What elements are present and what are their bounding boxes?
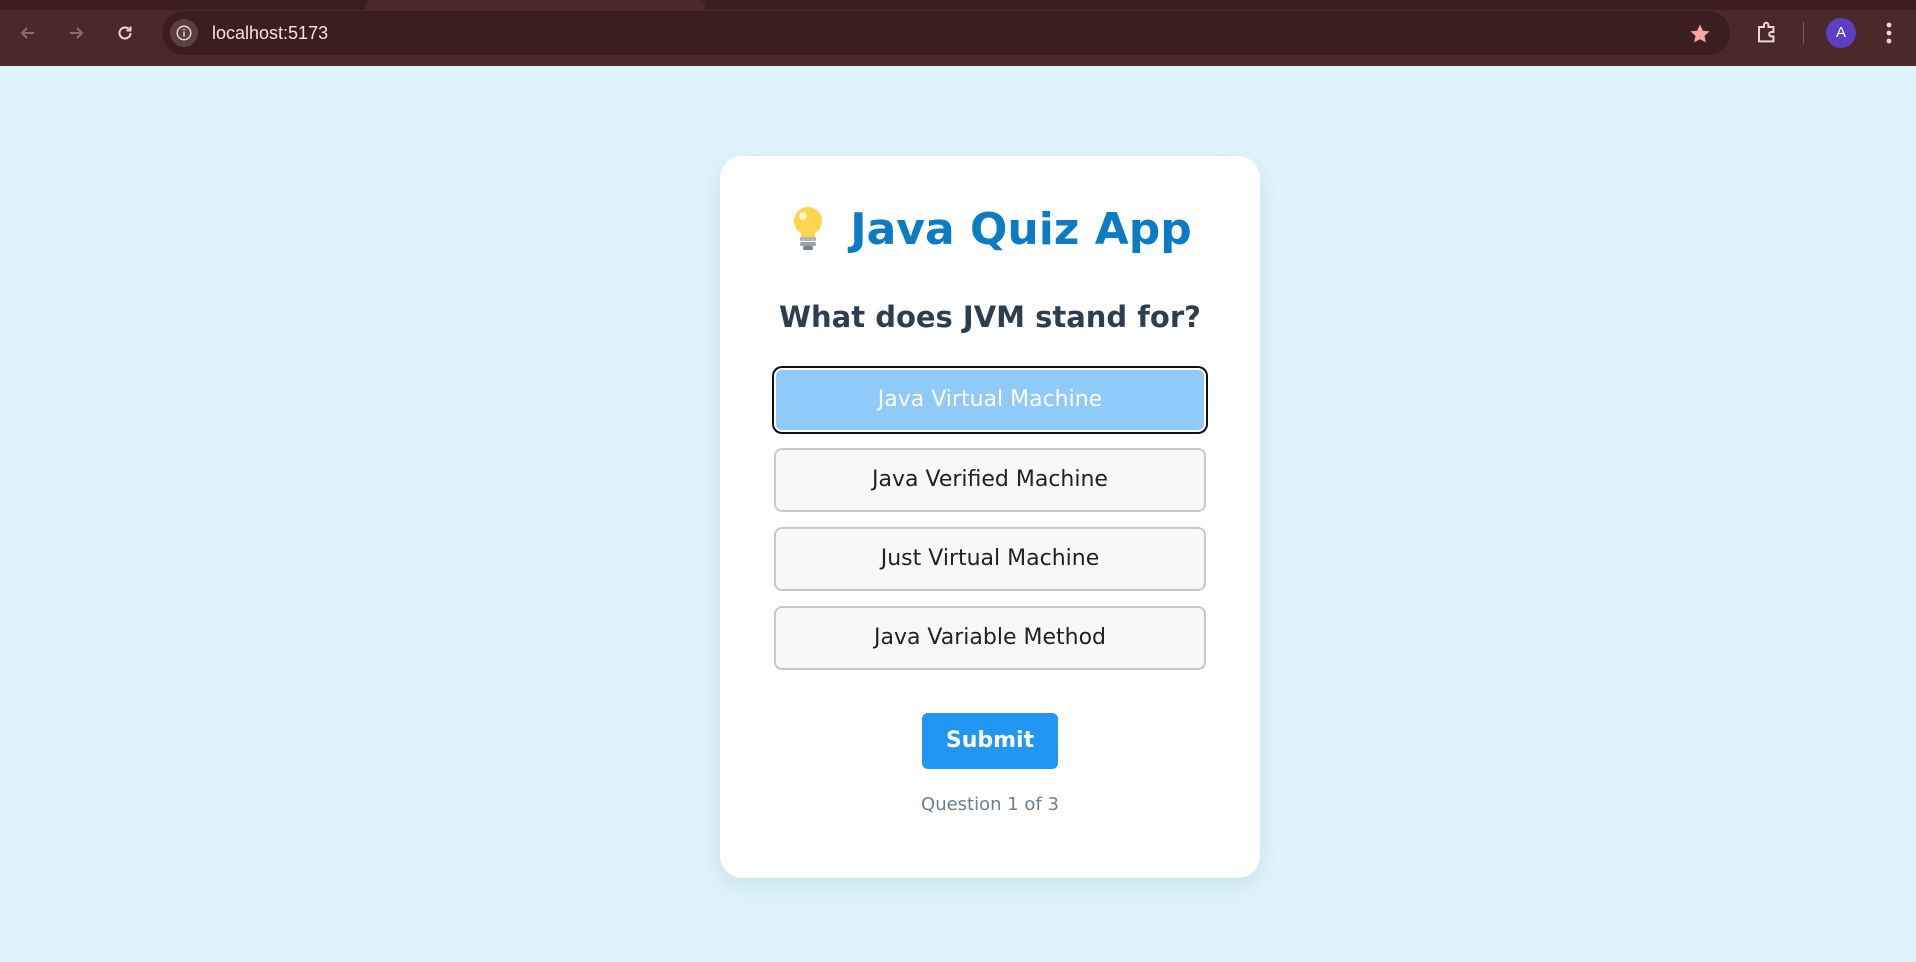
star-icon[interactable] — [1688, 22, 1712, 46]
browser-toolbar: localhost:5173 A — [0, 0, 1916, 66]
title-text: Java Quiz App — [850, 204, 1192, 255]
page-title: Java Quiz App — [720, 204, 1260, 256]
back-arrow-icon[interactable] — [12, 17, 44, 49]
answer-option-2[interactable]: Java Verified Machine — [774, 448, 1206, 512]
info-icon[interactable] — [170, 19, 198, 47]
kebab-menu-icon[interactable] — [1878, 18, 1900, 48]
lightbulb-icon — [788, 204, 828, 252]
active-tab[interactable] — [365, 0, 705, 10]
forward-arrow-icon[interactable] — [60, 17, 92, 49]
address-bar[interactable]: localhost:5173 — [162, 11, 1730, 55]
question-progress: Question 1 of 3 — [921, 794, 1059, 815]
puzzle-icon[interactable] — [1752, 18, 1782, 48]
answer-option-4[interactable]: Java Variable Method — [774, 606, 1206, 670]
answer-option-3[interactable]: Just Virtual Machine — [774, 527, 1206, 591]
url-text[interactable]: localhost:5173 — [212, 11, 328, 55]
answer-option-1[interactable]: Java Virtual Machine — [774, 368, 1206, 432]
reload-icon[interactable] — [109, 17, 141, 49]
quiz-card: Java Quiz App What does JVM stand for? J… — [720, 156, 1260, 878]
submit-button[interactable]: Submit — [922, 713, 1058, 769]
tab-strip — [0, 0, 1916, 10]
toolbar-divider — [1803, 22, 1804, 44]
question-text: What does JVM stand for? — [779, 300, 1201, 334]
avatar[interactable]: A — [1826, 18, 1856, 48]
